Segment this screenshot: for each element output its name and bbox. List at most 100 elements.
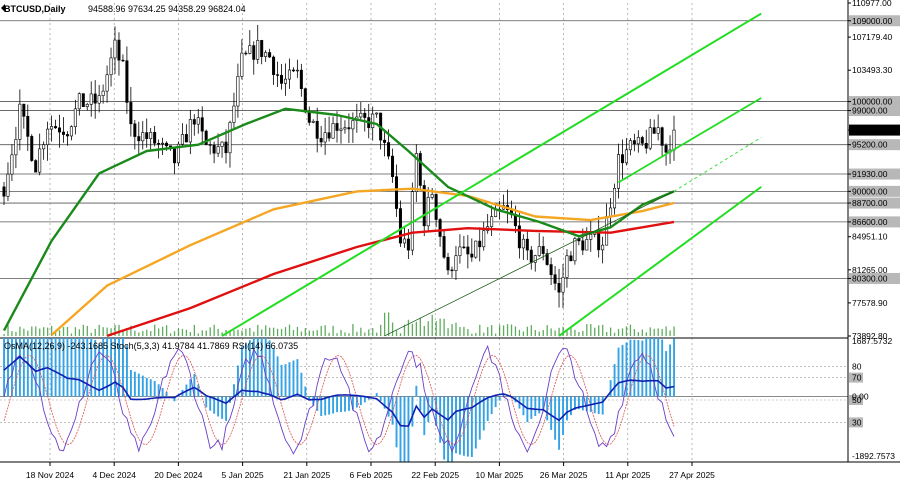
candle-body xyxy=(23,104,25,116)
osma-bar xyxy=(336,396,338,412)
volume-bar xyxy=(574,330,575,336)
candle-body xyxy=(475,241,477,257)
volume-bar xyxy=(241,331,242,336)
volume-bar xyxy=(634,329,635,336)
candle-body xyxy=(50,126,52,129)
osma-bar xyxy=(483,396,485,430)
candle-body xyxy=(463,247,465,248)
candle-body xyxy=(574,239,576,261)
osma-bar xyxy=(415,386,417,397)
volume-bar xyxy=(301,331,302,336)
candle-body xyxy=(443,236,445,257)
volume-bar xyxy=(91,333,92,336)
volume-bar xyxy=(499,325,500,336)
volume-bar xyxy=(495,334,496,336)
osma-bar xyxy=(618,348,620,397)
osma-bar xyxy=(673,338,675,396)
osma-bar xyxy=(447,396,449,462)
candle-body xyxy=(645,143,647,148)
candle-body xyxy=(308,112,310,122)
candle-body xyxy=(609,208,611,216)
candle-body xyxy=(82,94,84,107)
osma-bar xyxy=(304,386,306,396)
candle-body xyxy=(78,94,80,109)
volume-bar xyxy=(237,330,238,336)
osma-bar xyxy=(598,396,600,414)
volume-bar xyxy=(515,326,516,336)
candle-body xyxy=(340,129,342,131)
candle-body xyxy=(66,134,68,135)
date-tick-label: 22 Feb 2025 xyxy=(411,470,459,480)
volume-bar xyxy=(170,333,171,336)
volume-bar xyxy=(439,319,440,336)
candle-body xyxy=(649,128,651,149)
osma-bar xyxy=(411,396,413,426)
candle-body xyxy=(637,137,639,143)
chart-window[interactable]: 110977.00107179.40103493.30100000.009900… xyxy=(0,0,900,489)
candle-body xyxy=(320,138,322,142)
volume-bar xyxy=(487,327,488,336)
osma-bar xyxy=(324,396,326,415)
candle-body xyxy=(621,155,623,163)
osma-bar xyxy=(162,388,164,397)
volume-bar xyxy=(198,333,199,336)
candle-body xyxy=(138,137,140,141)
osma-bar xyxy=(594,396,596,413)
chart-canvas[interactable]: 110977.00107179.40103493.30100000.009900… xyxy=(0,0,900,489)
osma-bar xyxy=(495,396,497,407)
osma-bar xyxy=(205,396,207,407)
candle-body xyxy=(102,91,104,96)
candle-body xyxy=(31,136,33,160)
volume-bar xyxy=(281,329,282,336)
date-tick-label: 26 Mar 2025 xyxy=(540,470,588,480)
candle-body xyxy=(605,216,607,245)
volume-bar xyxy=(554,330,555,336)
volume-bar xyxy=(293,330,294,336)
volume-bar xyxy=(360,328,361,336)
volume-bar xyxy=(214,325,215,336)
osma-bar xyxy=(633,340,635,397)
volume-bar xyxy=(523,332,524,336)
candle-body xyxy=(558,283,560,292)
volume-bar xyxy=(443,319,444,336)
candle-body xyxy=(407,239,409,250)
osma-bar xyxy=(360,396,362,405)
candle-body xyxy=(260,40,262,56)
candle-body xyxy=(570,256,572,261)
candle-body xyxy=(352,120,354,128)
volume-bar xyxy=(245,329,246,336)
osma-bar xyxy=(530,396,532,418)
volume-bar xyxy=(408,320,409,336)
volume-bar xyxy=(174,331,175,336)
osma-bar xyxy=(471,396,473,457)
candle-body xyxy=(110,58,112,75)
osma-bar xyxy=(459,396,461,454)
volume-bar xyxy=(317,330,318,336)
candle-body xyxy=(268,53,270,58)
volume-bar xyxy=(618,329,619,336)
volume-bar xyxy=(142,331,143,336)
volume-bar xyxy=(479,325,480,336)
osma-bar xyxy=(281,365,283,397)
indicator-tick-label: 0.00 xyxy=(852,391,869,401)
volume-bar xyxy=(158,328,159,336)
volume-bar xyxy=(332,326,333,336)
volume-bar xyxy=(146,330,147,336)
volume-bar xyxy=(99,325,100,336)
volume-bar xyxy=(27,331,28,336)
osma-bar xyxy=(404,396,406,462)
osma-bar xyxy=(146,378,148,397)
volume-bar xyxy=(626,326,627,336)
candle-body xyxy=(661,128,663,146)
volume-bar xyxy=(31,326,32,336)
candle-body xyxy=(316,121,318,138)
candle-body xyxy=(264,53,266,57)
candle-body xyxy=(391,156,393,177)
osma-bar xyxy=(558,396,560,449)
candle-body xyxy=(237,76,239,106)
volume-bar xyxy=(459,327,460,336)
osma-bar xyxy=(669,345,671,397)
volume-bar xyxy=(531,325,532,336)
candle-body xyxy=(395,177,397,209)
volume-bar xyxy=(364,333,365,336)
